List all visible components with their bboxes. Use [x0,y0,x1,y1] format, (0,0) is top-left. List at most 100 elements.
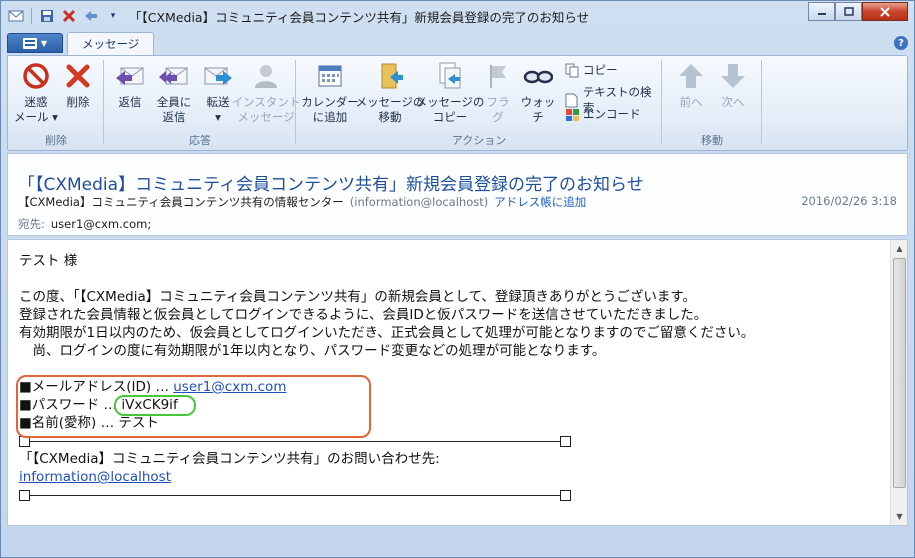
box-glyph [560,489,571,501]
body-paragraph-1: この度、「【CXMedia】コミュニティ会員コンテンツ共有」の新規会員として、登… [19,289,696,305]
reply-all-button[interactable]: 全員に 返信 [154,60,194,125]
reply-icon [114,60,146,92]
file-menu-button[interactable]: ▼ [7,33,63,53]
navigate-icon[interactable] [82,7,100,25]
group-actions-label: アクション [451,134,507,147]
arrow-up-icon [675,60,707,92]
folder-move-icon [374,60,406,92]
save-icon[interactable] [38,7,56,25]
separator-line [19,486,879,504]
qat-separator [31,8,32,24]
to-label: 宛先: [18,217,45,231]
flag-label: フラグ [486,95,510,124]
close-button[interactable] [862,2,908,21]
move-message-button[interactable]: メッセージの 移動 [356,60,424,125]
encode-label: エンコード [583,107,641,121]
group-delete-label: 削除 [45,134,67,147]
ribbon-tab-bar: ▼ メッセージ [1,31,914,55]
encode-button[interactable]: エンコード [564,106,641,122]
sender-line: 【CXMedia】コミュニティ会員コンテンツ共有の情報センター (informat… [18,194,586,210]
scroll-up-icon[interactable]: ▲ [891,240,907,257]
to-value: user1@cxm.com; [50,217,152,231]
group-respond: 返信 全員に 返信 転送 ▾ インスタント メッセージ 応答 [104,56,300,150]
help-icon[interactable]: ? [894,36,908,50]
group-move-label: 移動 [701,134,723,147]
watch-button[interactable]: ウォッチ [518,60,558,125]
junk-label: 迷惑 メール ▾ [14,95,58,124]
instant-message-button[interactable]: インスタント メッセージ [232,60,300,125]
body-paragraph-3: 有効期限が1日以内のため、仮会員としてログインいただき、正式会員として処理が可能… [19,325,755,341]
next-button[interactable]: 次へ [716,60,750,110]
tab-message[interactable]: メッセージ [67,32,155,55]
copy-message-label: メッセージの コピー [415,95,485,124]
group-separator [761,60,762,144]
vertical-scrollbar[interactable]: ▲ ▼ [890,240,907,525]
instant-message-label: インスタント メッセージ [231,95,301,124]
contact-row: information@localhost [19,468,879,486]
copy-message-icon [434,60,466,92]
qat-dropdown-icon[interactable]: ▾ [104,7,122,25]
arrow-down-icon [717,60,749,92]
junk-button[interactable]: 迷惑 メール ▾ [14,60,58,125]
delete-x-icon [62,60,94,92]
scroll-down-icon[interactable]: ▼ [891,508,907,525]
group-actions: カレンダー に追加 メッセージの 移動 メッセージの コピー フラグ ウォッチ … [296,56,662,150]
delete-button[interactable]: 削除 [60,60,96,110]
forward-label: 転送 ▾ [206,95,230,124]
greeting: テスト 様 [19,253,78,269]
copy-icon [564,62,580,78]
calendar-icon [314,60,346,92]
message-subject: 「【CXMedia】コミュニティ会員コンテンツ共有」新規会員登録の完了のお知らせ [18,175,644,195]
watch-label: ウォッチ [520,95,556,124]
group-move: 前へ 次へ 移動 [662,56,762,150]
title-bar: ▾ 「【CXMedia】コミュニティ会員コンテンツ共有」新規会員登録の完了のお知… [1,1,914,31]
glasses-icon [522,60,554,92]
password-highlight [114,395,196,416]
sender-name: 【CXMedia】コミュニティ会員コンテンツ共有の情報センター [18,195,344,209]
box-glyph [560,435,571,447]
add-to-calendar-label: カレンダー に追加 [301,95,359,124]
previous-label: 前へ [679,95,703,109]
ribbon: 迷惑 メール ▾ 削除 削除 返信 全員に 返信 転送 ▾ インスタント メッセ… [7,55,908,151]
junk-icon [20,60,52,92]
add-to-contacts-link[interactable]: アドレス帳に追加 [494,195,586,209]
copy-label: コピー [583,63,618,77]
app-icon[interactable] [7,7,25,25]
scroll-thumb[interactable] [893,258,906,488]
reply-label: 返信 [118,95,142,109]
file-menu-icon [22,37,37,49]
recipient-line: 宛先: user1@cxm.com; [18,216,151,232]
add-to-calendar-button[interactable]: カレンダー に追加 [301,60,359,125]
group-delete: 迷惑 メール ▾ 削除 削除 [8,56,104,150]
message-header: 「【CXMedia】コミュニティ会員コンテンツ共有」新規会員登録の完了のお知らせ… [7,153,908,236]
sender-email: (information@localhost) [349,195,489,209]
message-body[interactable]: テスト 様 この度、「【CXMedia】コミュニティ会員コンテンツ共有」の新規会… [7,239,908,526]
minimize-button[interactable] [808,2,835,21]
delete-icon[interactable] [60,7,78,25]
next-label: 次へ [721,95,745,109]
reply-all-label: 全員に 返信 [156,95,192,124]
mail-window: ▾ 「【CXMedia】コミュニティ会員コンテンツ共有」新規会員登録の完了のお知… [0,0,915,558]
previous-button[interactable]: 前へ [674,60,708,110]
window-title: 「【CXMedia】コミュニティ会員コンテンツ共有」新規会員登録の完了のお知らせ [129,10,590,25]
copy-button[interactable]: コピー [564,62,618,78]
contact-email-link[interactable]: information@localhost [19,469,171,485]
box-glyph [19,489,30,501]
body-paragraph-2: 登録された会員情報と仮会員としてログインできるように、会員IDと仮パスワードを送… [19,307,708,323]
move-message-label: メッセージの 移動 [355,95,425,124]
contact-line: 「【CXMedia】コミュニティ会員コンテンツ共有」のお問い合わせ先: [19,451,440,467]
flag-button[interactable]: フラグ [482,60,514,125]
encode-icon [564,106,580,122]
maximize-button[interactable] [835,2,862,21]
person-icon [250,60,282,92]
quick-access-toolbar: ▾ [1,7,122,25]
reply-all-icon [158,60,190,92]
reply-button[interactable]: 返信 [112,60,148,110]
forward-button[interactable]: 転送 ▾ [200,60,236,125]
window-controls [808,2,908,21]
copy-message-button[interactable]: メッセージの コピー [416,60,484,125]
flag-icon [482,60,514,92]
file-menu-label: ▼ [40,38,48,48]
status-bar [1,529,914,557]
delete-label: 削除 [66,95,90,109]
